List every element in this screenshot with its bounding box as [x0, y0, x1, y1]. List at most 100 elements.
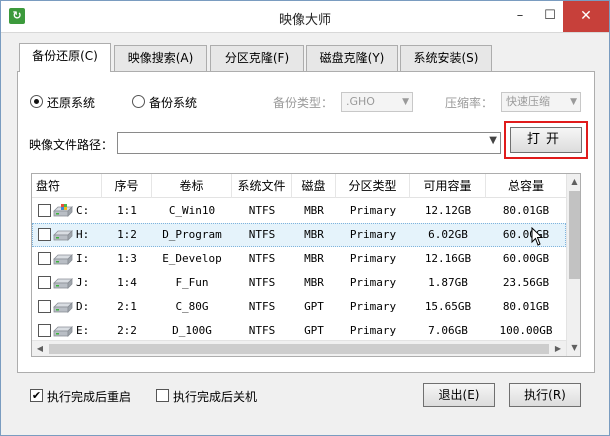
- scroll-left-icon[interactable]: ◀: [32, 341, 48, 356]
- exit-button[interactable]: 退出(E): [423, 383, 495, 407]
- disk-icon: [53, 254, 73, 265]
- scroll-down-icon[interactable]: ▼: [567, 340, 580, 356]
- cell-index: 1:1: [117, 204, 137, 217]
- cell-disk: MBR: [304, 276, 324, 289]
- col-label[interactable]: 卷标: [152, 174, 232, 198]
- cell-disk: MBR: [304, 252, 324, 265]
- partition-table: 盘符 序号 卷标 系统文件 磁盘 分区类型 可用容量 总容量 C: 1:1 C_Wi…: [31, 173, 581, 357]
- cell-total: 23.56GB: [502, 276, 550, 289]
- row-checkbox[interactable]: [38, 228, 51, 241]
- maximize-button[interactable]: ☐: [535, 1, 565, 32]
- backup-type-value: .GHO: [346, 95, 375, 108]
- cell-index: 1:4: [117, 276, 137, 289]
- horizontal-scroll-thumb[interactable]: [49, 344, 549, 354]
- chevron-down-icon: ▼: [489, 135, 497, 146]
- row-checkbox[interactable]: [38, 276, 51, 289]
- col-drive[interactable]: 盘符: [32, 174, 102, 198]
- col-partition-type[interactable]: 分区类型: [336, 174, 410, 198]
- cell-fs: NTFS: [248, 228, 276, 241]
- cell-fs: NTFS: [248, 252, 276, 265]
- row-checkbox[interactable]: [38, 300, 51, 313]
- app-window: ↻ 映像大师 – ☐ ✕ 备份还原(C) 映像搜索(A) 分区克隆(F) 磁盘克…: [0, 0, 610, 436]
- tab-image-search[interactable]: 映像搜索(A): [114, 45, 207, 71]
- open-button[interactable]: 打开: [510, 127, 582, 153]
- check-icon: ✔: [31, 389, 42, 402]
- cell-total: 80.01GB: [502, 300, 550, 313]
- cell-drive: D:: [76, 300, 90, 313]
- mouse-cursor-icon: [531, 227, 544, 246]
- cell-drive: I:: [76, 252, 90, 265]
- cell-drive: J:: [76, 276, 90, 289]
- cell-drive: H:: [76, 228, 90, 241]
- backup-label[interactable]: 备份系统: [149, 94, 197, 111]
- col-filesystem[interactable]: 系统文件: [232, 174, 292, 198]
- col-disk[interactable]: 磁盘: [292, 174, 336, 198]
- cell-ptype: Primary: [349, 276, 397, 289]
- cell-total: 60.00GB: [502, 252, 550, 265]
- horizontal-scrollbar[interactable]: ◀ ▶: [32, 340, 566, 356]
- vertical-scrollbar[interactable]: ▲ ▼: [566, 174, 580, 356]
- cell-ptype: Primary: [349, 300, 397, 313]
- restore-radio[interactable]: [30, 95, 43, 108]
- cell-free: 1.87GB: [428, 276, 468, 289]
- cell-label: F_Fun: [175, 276, 209, 289]
- shutdown-label[interactable]: 执行完成后关机: [173, 388, 257, 405]
- table-body: C: 1:1 C_Win10 NTFS MBR Primary 12.12GB 80.01GB…: [32, 199, 566, 356]
- cell-ptype: Primary: [349, 228, 397, 241]
- cell-label: C_80G: [175, 300, 209, 313]
- cell-index: 2:1: [117, 300, 137, 313]
- cell-fs: NTFS: [248, 276, 276, 289]
- cell-disk: MBR: [304, 228, 324, 241]
- execute-button[interactable]: 执行(R): [509, 383, 581, 407]
- cell-fs: NTFS: [248, 300, 276, 313]
- table-row[interactable]: J: 1:4 F_Fun NTFS MBR Primary 1.87GB 23.56GB: [32, 271, 566, 295]
- compression-value: 快速压缩: [506, 95, 550, 108]
- cell-label: C_Win10: [168, 204, 216, 217]
- cell-drive: C:: [76, 204, 90, 217]
- table-row[interactable]: D: 2:1 C_80G NTFS GPT Primary 15.65GB 80.01GB: [32, 295, 566, 319]
- col-free-space[interactable]: 可用容量: [410, 174, 486, 198]
- table-row[interactable]: H: 1:2 D_Program NTFS MBR Primary 6.02GB 60.00G…: [32, 223, 566, 247]
- row-checkbox[interactable]: [38, 324, 51, 337]
- cell-ptype: Primary: [349, 252, 397, 265]
- cell-free: 6.02GB: [428, 228, 468, 241]
- row-checkbox[interactable]: [38, 204, 51, 217]
- cell-index: 1:3: [117, 252, 137, 265]
- vertical-scroll-thumb[interactable]: [569, 191, 580, 279]
- cell-total: 60.00GB: [502, 228, 550, 241]
- cell-free: 12.12GB: [424, 204, 472, 217]
- scroll-up-icon[interactable]: ▲: [567, 174, 580, 190]
- reboot-checkbox[interactable]: ✔: [30, 389, 43, 402]
- minimize-button[interactable]: –: [505, 1, 535, 32]
- backup-type-select[interactable]: .GHO ▼: [341, 92, 413, 112]
- cell-ptype: Primary: [349, 204, 397, 217]
- tab-system-install[interactable]: 系统安装(S): [400, 45, 492, 71]
- scroll-right-icon[interactable]: ▶: [550, 341, 566, 356]
- disk-icon: [53, 230, 73, 241]
- tab-backup-restore[interactable]: 备份还原(C): [19, 43, 111, 72]
- cell-free: 12.16GB: [424, 252, 472, 265]
- col-index[interactable]: 序号: [102, 174, 152, 198]
- reboot-label[interactable]: 执行完成后重启: [47, 388, 131, 405]
- backup-radio[interactable]: [132, 95, 145, 108]
- system-disk-icon: [53, 204, 73, 217]
- cell-disk: GPT: [304, 300, 324, 313]
- col-total-size[interactable]: 总容量: [486, 174, 566, 198]
- close-button[interactable]: ✕: [563, 1, 609, 32]
- image-path-input[interactable]: ▼: [117, 132, 501, 154]
- title-bar[interactable]: ↻ 映像大师 – ☐ ✕: [1, 1, 609, 33]
- disk-icon: [53, 326, 73, 337]
- table-row[interactable]: C: 1:1 C_Win10 NTFS MBR Primary 12.12GB 80.01GB: [32, 199, 566, 223]
- restore-label[interactable]: 还原系统: [47, 94, 95, 111]
- tab-partition-clone[interactable]: 分区克隆(F): [210, 45, 304, 71]
- cell-free: 15.65GB: [424, 300, 472, 313]
- cell-label: D_Program: [162, 228, 222, 241]
- table-row[interactable]: I: 1:3 E_Develop NTFS MBR Primary 12.16GB 60.00…: [32, 247, 566, 271]
- tab-disk-clone[interactable]: 磁盘克隆(Y): [306, 45, 398, 71]
- row-checkbox[interactable]: [38, 252, 51, 265]
- chevron-down-icon: ▼: [402, 97, 409, 107]
- compression-select[interactable]: 快速压缩 ▼: [501, 92, 581, 112]
- shutdown-checkbox[interactable]: [156, 389, 169, 402]
- disk-icon: [53, 302, 73, 313]
- cell-total: 80.01GB: [502, 204, 550, 217]
